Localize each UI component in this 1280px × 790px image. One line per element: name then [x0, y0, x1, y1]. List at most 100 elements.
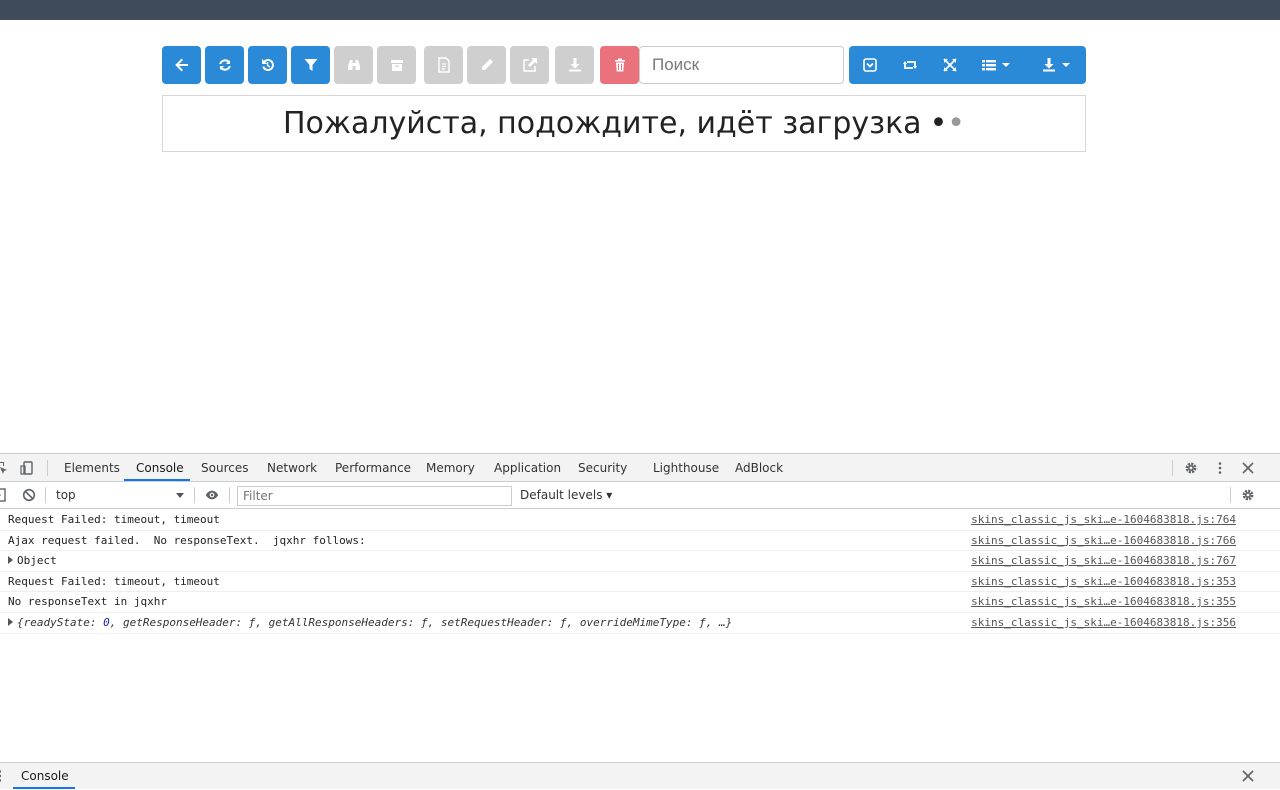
- log-levels-dropdown[interactable]: Default levels ▾: [520, 486, 612, 505]
- message-text: Request Failed: timeout, timeout: [8, 574, 220, 588]
- message-source-link[interactable]: skins_classic_js_ski…e-1604683818.js:767: [971, 551, 1236, 571]
- expand-triangle-icon[interactable]: [8, 556, 13, 565]
- chevron-down-icon: [176, 493, 184, 498]
- device-toolbar-icon[interactable]: [19, 460, 35, 476]
- download-button[interactable]: [555, 46, 594, 84]
- refresh-icon: [218, 59, 231, 71]
- tab-memory[interactable]: Memory: [426, 454, 475, 482]
- close-drawer-icon[interactable]: [1241, 769, 1255, 783]
- tab-performance[interactable]: Performance: [335, 454, 411, 482]
- filter-icon: [304, 59, 317, 71]
- arrow-left-icon: [174, 58, 188, 72]
- fullscreen-button[interactable]: [935, 46, 965, 84]
- find-button[interactable]: [334, 46, 373, 84]
- edit-button[interactable]: [467, 46, 506, 84]
- more-options-icon[interactable]: [1214, 461, 1226, 475]
- active-tab-indicator: [13, 787, 75, 789]
- console-message: Request Failed: timeout, timeout skins_c…: [0, 572, 1280, 593]
- inspect-element-icon[interactable]: [0, 460, 8, 476]
- loading-dot: •: [947, 106, 965, 141]
- message-text: Ajax request failed. No responseText. jq…: [8, 533, 366, 547]
- binoculars-icon: [347, 60, 360, 70]
- object-preview-rest: , getResponseHeader: ƒ, getAllResponseHe…: [109, 615, 733, 629]
- active-tab-indicator: [124, 479, 190, 481]
- message-source-link[interactable]: skins_classic_js_ski…e-1604683818.js:764: [971, 510, 1236, 530]
- message-source-link[interactable]: skins_classic_js_ski…e-1604683818.js:766: [971, 531, 1236, 551]
- message-source-link[interactable]: skins_classic_js_ski…e-1604683818.js:353: [971, 572, 1236, 592]
- devtools-tabbar: Elements Console Sources Network Perform…: [0, 454, 1280, 482]
- toolbar-divider: [1230, 487, 1231, 503]
- message-text[interactable]: Object: [17, 554, 57, 567]
- message-text[interactable]: {readyState: 0, getResponseHeader: ƒ, ge…: [17, 616, 732, 629]
- archive-button[interactable]: [377, 46, 416, 84]
- toolbar-divider: [194, 487, 195, 503]
- export-download-icon: [1042, 58, 1055, 72]
- console-filter-input[interactable]: [237, 486, 512, 506]
- list-columns-icon: [981, 60, 996, 71]
- console-message: Request Failed: timeout, timeout skins_c…: [0, 510, 1280, 531]
- context-selector[interactable]: top: [54, 486, 188, 505]
- toolbar-divider: [45, 487, 46, 503]
- collapse-icon: [863, 58, 877, 72]
- console-message-list: Request Failed: timeout, timeout skins_c…: [0, 510, 1280, 634]
- loading-message: Пожалуйста, подождите, идёт загрузка: [283, 106, 922, 141]
- collapse-button[interactable]: [855, 46, 885, 84]
- object-preview-start: {readyState:: [17, 615, 104, 629]
- console-settings-gear-icon[interactable]: [1241, 488, 1255, 502]
- tab-network[interactable]: Network: [267, 454, 317, 482]
- chevron-down-icon: [1061, 63, 1070, 67]
- browser-top-bar: [0, 0, 1280, 20]
- export-dropdown[interactable]: [1033, 46, 1077, 84]
- toolbar-divider: [47, 460, 48, 476]
- tab-elements[interactable]: Elements: [64, 454, 120, 482]
- live-expression-eye-icon[interactable]: [203, 488, 221, 502]
- retweet-icon: [903, 61, 917, 69]
- devtools-drawer: Console: [0, 762, 1280, 789]
- sidebar-toggle-icon[interactable]: [0, 488, 6, 502]
- message-text: Request Failed: timeout, timeout: [8, 513, 220, 526]
- toolbar-divider: [1172, 460, 1173, 476]
- drawer-tab-console[interactable]: Console: [21, 763, 69, 790]
- close-devtools-icon[interactable]: [1241, 461, 1255, 475]
- console-message: Object skins_classic_js_ski…e-1604683818…: [0, 551, 1280, 572]
- toggle-view-button[interactable]: [895, 46, 925, 84]
- console-message: No responseText in jqxhr skins_classic_j…: [0, 592, 1280, 613]
- message-source-link[interactable]: skins_classic_js_ski…e-1604683818.js:356: [971, 613, 1236, 633]
- object-preview-number: 0: [103, 615, 110, 629]
- clear-console-icon[interactable]: [22, 488, 36, 502]
- open-external-button[interactable]: [510, 46, 549, 84]
- tab-adblock[interactable]: AdBlock: [735, 454, 783, 482]
- search-input[interactable]: [639, 46, 844, 84]
- settings-gear-icon[interactable]: [1184, 461, 1198, 475]
- document-button[interactable]: [424, 46, 463, 84]
- tab-security[interactable]: Security: [578, 454, 627, 482]
- document-icon: [437, 57, 450, 73]
- console-filter-bar: top Default levels ▾: [0, 482, 1280, 509]
- tab-console[interactable]: Console: [136, 454, 184, 482]
- filter-button[interactable]: [291, 46, 330, 84]
- console-message: Ajax request failed. No responseText. jq…: [0, 531, 1280, 552]
- external-link-icon: [522, 58, 537, 72]
- download-icon: [568, 58, 581, 72]
- toolbar-divider: [229, 487, 230, 503]
- grid-toolbar: [162, 46, 1086, 84]
- tab-lighthouse[interactable]: Lighthouse: [653, 454, 719, 482]
- devtools-panel: Elements Console Sources Network Perform…: [0, 453, 1280, 789]
- loading-dot: •: [929, 106, 948, 141]
- refresh-button[interactable]: [205, 46, 244, 84]
- tab-application[interactable]: Application: [494, 454, 561, 482]
- message-text: No responseText in jqxhr: [8, 595, 167, 609]
- back-button[interactable]: [162, 46, 201, 84]
- loading-panel: Пожалуйста, подождите, идёт загрузка ••: [162, 95, 1086, 152]
- chevron-down-icon: [1001, 63, 1010, 67]
- expand-triangle-icon[interactable]: [8, 617, 13, 626]
- tab-sources[interactable]: Sources: [201, 454, 248, 482]
- message-source-link[interactable]: skins_classic_js_ski…e-1604683818.js:355: [971, 592, 1236, 612]
- drawer-menu-icon[interactable]: [0, 769, 4, 783]
- console-message: {readyState: 0, getResponseHeader: ƒ, ge…: [0, 613, 1280, 634]
- delete-button[interactable]: [600, 46, 639, 84]
- undo-button[interactable]: [248, 46, 287, 84]
- context-value: top: [56, 488, 76, 502]
- columns-dropdown[interactable]: [973, 46, 1017, 84]
- pencil-icon: [481, 59, 493, 70]
